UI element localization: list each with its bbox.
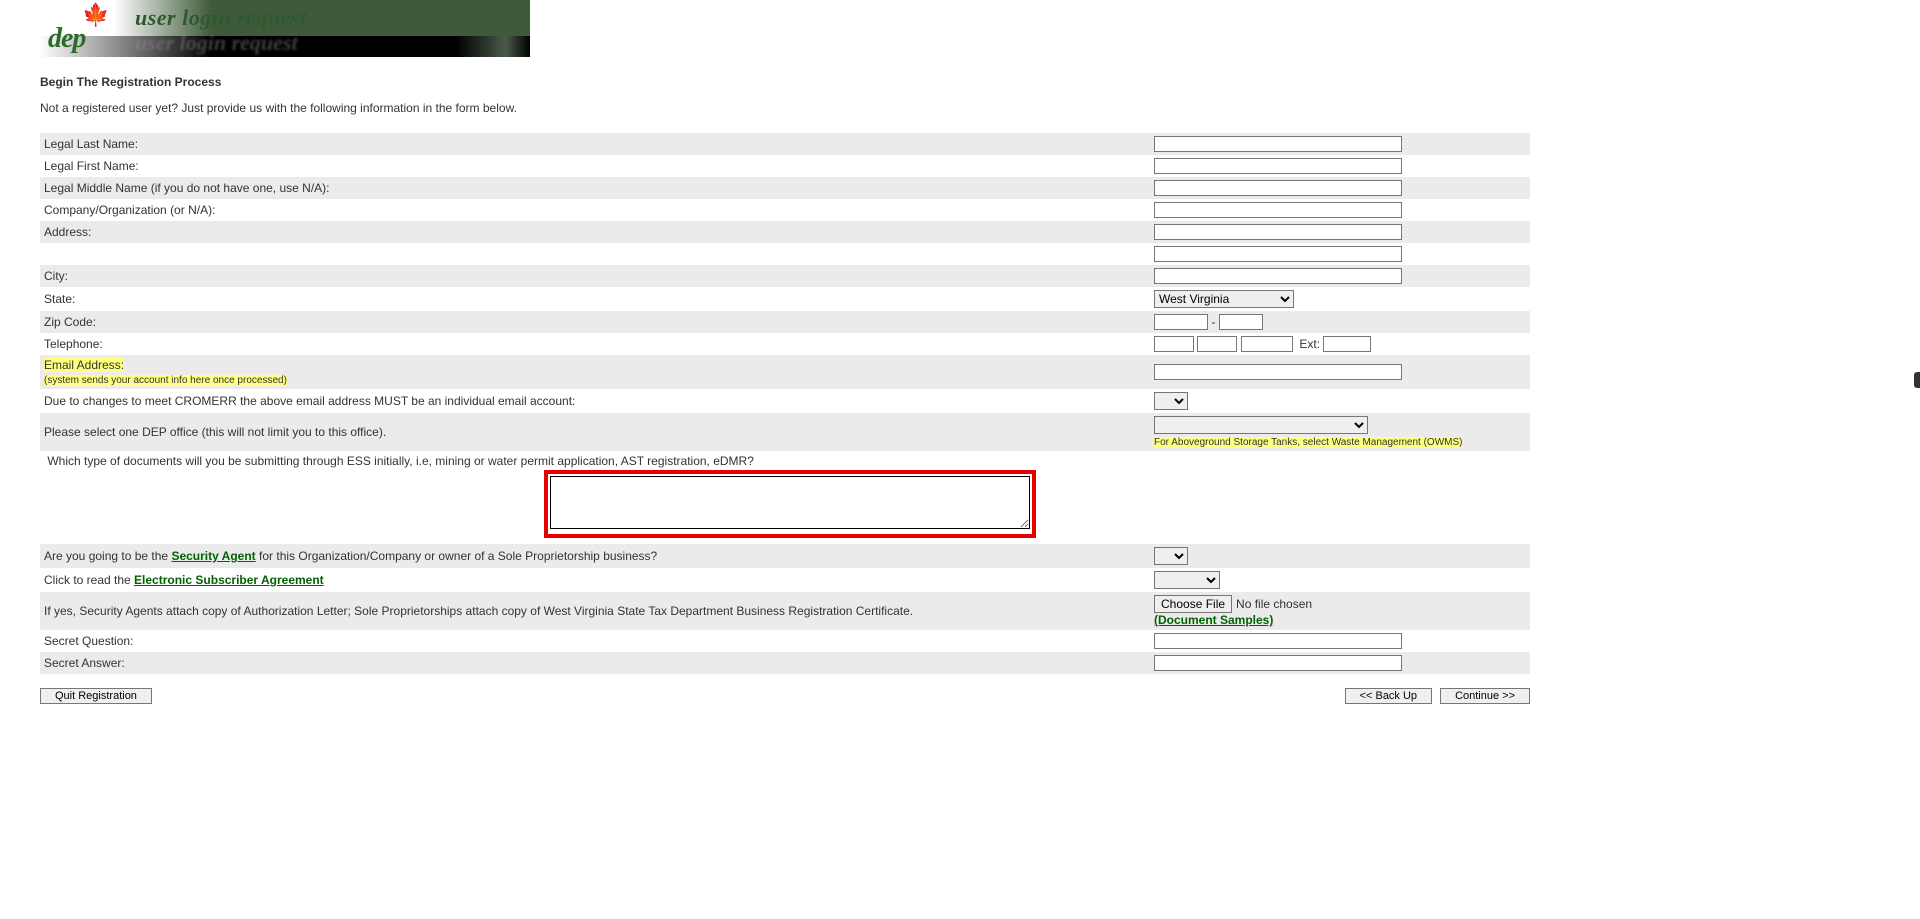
continue-button[interactable]: Continue >> (1440, 688, 1530, 704)
link-esa[interactable]: Electronic Subscriber Agreement (134, 573, 324, 587)
label-secret-answer: Secret Answer: (40, 652, 1150, 674)
link-document-samples[interactable]: (Document Samples) (1154, 613, 1273, 627)
input-secret-answer[interactable] (1154, 655, 1402, 671)
label-attach: If yes, Security Agents attach copy of A… (40, 592, 1150, 630)
leaf-icon: 🍁 (82, 2, 109, 28)
input-tel2[interactable] (1197, 336, 1237, 352)
documents-highlight-box (544, 470, 1036, 538)
file-status: No file chosen (1236, 597, 1312, 611)
label-office: Please select one DEP office (this will … (40, 413, 1150, 451)
select-office[interactable] (1154, 416, 1368, 434)
select-state[interactable]: West Virginia (1154, 290, 1294, 308)
input-tel-ext[interactable] (1323, 336, 1371, 352)
registration-form: Legal Last Name: Legal First Name: Legal… (40, 133, 1530, 674)
label-secret-question: Secret Question: (40, 630, 1150, 652)
scroll-indicator (1914, 372, 1920, 388)
label-address2 (40, 243, 1150, 265)
label-cromerr: Due to changes to meet CROMERR the above… (40, 389, 1150, 413)
label-security-agent: Are you going to be the Security Agent f… (40, 544, 1150, 568)
input-zip2[interactable] (1219, 314, 1263, 330)
label-zip: Zip Code: (40, 311, 1150, 333)
dep-logo: 🍁 dep (46, 8, 126, 53)
office-note: For Aboveground Storage Tanks, select Wa… (1154, 437, 1462, 448)
input-first-name[interactable] (1154, 158, 1402, 174)
input-address2[interactable] (1154, 246, 1402, 262)
input-email[interactable] (1154, 364, 1402, 380)
logo-text: dep (48, 23, 85, 55)
label-documents: Which type of documents will you be subm… (47, 454, 754, 468)
input-tel1[interactable] (1154, 336, 1194, 352)
input-middle-name[interactable] (1154, 180, 1402, 196)
back-up-button[interactable]: << Back Up (1345, 688, 1432, 704)
label-state: State: (40, 287, 1150, 311)
ext-label: Ext: (1299, 337, 1320, 351)
link-security-agent[interactable]: Security Agent (171, 549, 255, 563)
email-note: (system sends your account info here onc… (44, 375, 287, 386)
choose-file-button[interactable]: Choose File (1154, 595, 1232, 613)
input-last-name[interactable] (1154, 136, 1402, 152)
input-zip1[interactable] (1154, 314, 1208, 330)
zip-separator: - (1211, 315, 1215, 329)
quit-registration-button[interactable]: Quit Registration (40, 688, 152, 704)
label-telephone: Telephone: (40, 333, 1150, 355)
input-secret-question[interactable] (1154, 633, 1402, 649)
select-cromerr[interactable] (1154, 392, 1188, 410)
banner-title: user login request (135, 5, 307, 31)
page-title: Begin The Registration Process (40, 75, 1540, 89)
input-tel3[interactable] (1241, 336, 1293, 352)
label-company: Company/Organization (or N/A): (40, 199, 1150, 221)
page-subtitle: Not a registered user yet? Just provide … (40, 101, 1540, 115)
button-row: Quit Registration << Back Up Continue >> (40, 688, 1530, 704)
label-last-name: Legal Last Name: (40, 133, 1150, 155)
label-first-name: Legal First Name: (40, 155, 1150, 177)
textarea-documents[interactable] (550, 476, 1030, 529)
header-banner: user login request 🍁 dep (40, 0, 530, 57)
input-company[interactable] (1154, 202, 1402, 218)
select-esa[interactable] (1154, 571, 1220, 589)
label-address: Address: (40, 221, 1150, 243)
input-address[interactable] (1154, 224, 1402, 240)
label-email: Email Address: (system sends your accoun… (40, 355, 1150, 389)
input-city[interactable] (1154, 268, 1402, 284)
select-security-agent[interactable] (1154, 547, 1188, 565)
label-esa: Click to read the Electronic Subscriber … (40, 568, 1150, 592)
label-city: City: (40, 265, 1150, 287)
label-middle-name: Legal Middle Name (if you do not have on… (40, 177, 1150, 199)
